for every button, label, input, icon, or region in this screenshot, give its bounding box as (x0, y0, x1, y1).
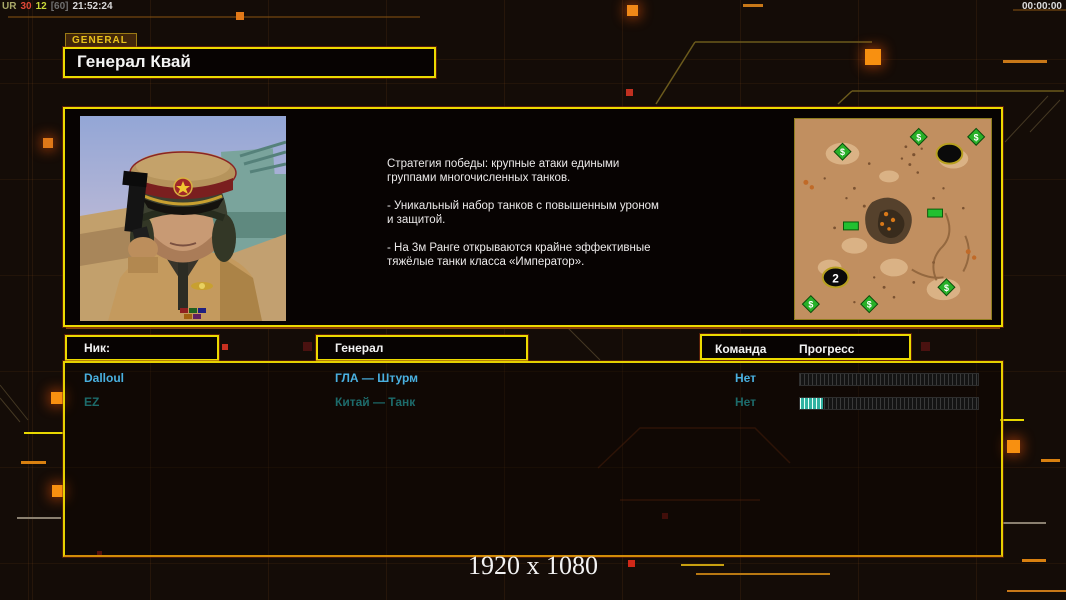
deco-square (1007, 440, 1020, 453)
svg-text:$: $ (867, 300, 872, 310)
general-description: Стратегия победы: крупные атаки едиными … (387, 157, 727, 283)
deco-dash (24, 432, 63, 434)
debug-seg: 30 (20, 1, 31, 12)
deco-square (627, 5, 638, 16)
deco-dash (1000, 419, 1024, 421)
deco-square (921, 342, 930, 351)
player-name: Dalloul (84, 371, 124, 385)
deco-square (865, 49, 881, 65)
game-timer: 00:00:00 (1022, 1, 1062, 12)
deco-square (51, 392, 63, 404)
resolution-label: 1920 x 1080 (0, 551, 1066, 581)
column-header-team-progress: Команда Прогресс (700, 334, 911, 360)
debug-seg: 21:52:24 (73, 1, 113, 12)
svg-text:$: $ (840, 147, 845, 157)
player-general: Китай — Танк (335, 395, 415, 409)
description-paragraph: - Уникальный набор танков с повышенным у… (387, 199, 727, 227)
deco-dash (743, 4, 763, 7)
player-name: EZ (84, 395, 99, 409)
gentool-debug-overlay: UR 30 12 [60] 21:52:24 (2, 1, 117, 12)
column-header-general: Генерал (316, 335, 528, 361)
column-header-team: Команда (715, 338, 766, 360)
player-team: Нет (735, 371, 756, 385)
debug-seg: 12 (36, 1, 47, 12)
deco-dash (1041, 459, 1060, 462)
debug-seg: [60] (51, 1, 69, 12)
deco-dash (1007, 590, 1066, 592)
general-info-panel: Стратегия победы: крупные атаки едиными … (63, 107, 1003, 327)
load-progress-bar (799, 373, 979, 386)
general-tab-label: GENERAL (65, 33, 137, 47)
deco-dash (17, 517, 61, 519)
deco-square (626, 89, 633, 96)
player-list-panel: Dalloul ГЛА — Штурм Нет EZ Китай — Танк … (63, 361, 1003, 557)
player-row: Dalloul ГЛА — Штурм Нет (65, 368, 1001, 388)
load-progress-bar (799, 397, 979, 410)
map-preview: $ $ $ $ $ $ 2 (794, 118, 992, 320)
deco-square (222, 344, 228, 350)
column-header-nick: Ник: (65, 335, 219, 361)
column-header-progress: Прогресс (799, 338, 854, 360)
svg-text:$: $ (808, 300, 813, 310)
deco-dash (1003, 60, 1047, 63)
player-general: ГЛА — Штурм (335, 371, 418, 385)
svg-text:$: $ (944, 283, 949, 293)
player-team: Нет (735, 395, 756, 409)
deco-dash (21, 461, 46, 464)
deco-square (303, 342, 312, 351)
description-paragraph: - На 3м Ранге открываются крайне эффекти… (387, 241, 727, 269)
start-position-2: 2 (832, 271, 839, 285)
deco-dash (1003, 522, 1046, 524)
general-portrait (80, 116, 286, 321)
debug-seg: UR (2, 1, 16, 12)
deco-square (43, 138, 53, 148)
description-paragraph: Стратегия победы: крупные атаки едиными … (387, 157, 727, 185)
general-title: Генерал Квай (63, 47, 436, 78)
deco-square (236, 12, 244, 20)
svg-text:$: $ (916, 132, 921, 142)
load-progress-fill (800, 398, 823, 409)
player-row: EZ Китай — Танк Нет (65, 392, 1001, 412)
svg-text:$: $ (974, 132, 979, 142)
